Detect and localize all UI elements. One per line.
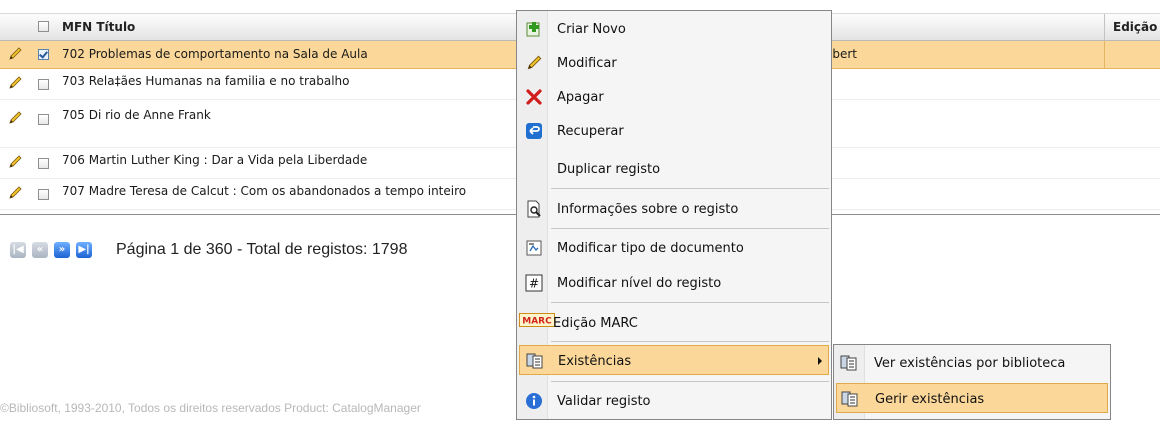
menu-item-label: Criar Novo [557, 22, 626, 37]
submenu-existencias: Ver existências por biblioteca Gerir exi… [833, 344, 1111, 420]
holdings-icon [526, 352, 544, 370]
first-page-icon[interactable]: |◀ [10, 242, 26, 258]
submenu-item-gerir-existencias[interactable]: Gerir existências [836, 383, 1108, 413]
menu-item-existencias[interactable]: Existências [519, 345, 829, 375]
menu-item-recuperar[interactable]: Recuperar [519, 116, 829, 146]
menu-item-apagar[interactable]: Apagar [519, 82, 829, 112]
context-menu: Criar Novo Modificar Apagar Recuperar Du… [516, 10, 832, 420]
column-header-edition[interactable]: Edição [1113, 20, 1157, 34]
menu-item-label: Edição MARC [553, 316, 638, 331]
pencil-icon[interactable] [7, 154, 23, 173]
holdings-icon [841, 390, 859, 408]
menu-item-duplicar-registo[interactable]: Duplicar registo [519, 154, 829, 184]
submenu-arrow-icon [818, 357, 822, 365]
menu-item-label: Modificar [557, 56, 617, 71]
copyright-footer: ©Bibliosoft, 1993-2010, Todos os direito… [0, 401, 421, 415]
menu-item-validar-registo[interactable]: Validar registo [519, 386, 829, 416]
pencil-icon[interactable] [7, 185, 23, 204]
marc-badge-text: MARC [522, 317, 552, 327]
menu-item-modificar-tipo[interactable]: Modificar tipo de documento [519, 233, 829, 263]
last-page-icon[interactable]: ▶| [76, 242, 92, 258]
menu-item-label: Duplicar registo [557, 162, 661, 177]
menu-item-label: Modificar nível do registo [557, 276, 722, 291]
row-title: 707 Madre Teresa de Calcut : Com os aban… [62, 184, 467, 198]
pencil-icon[interactable] [7, 46, 23, 65]
holdings-icon [840, 354, 858, 372]
row-checkbox[interactable] [38, 189, 49, 200]
pager-status-text: Página 1 de 360 - Total de registos: 179… [116, 241, 408, 258]
menu-item-criar-novo[interactable]: Criar Novo [519, 14, 829, 44]
menu-item-modificar-nivel[interactable]: # Modificar nível do registo [519, 268, 829, 298]
marc-icon: MARC [519, 313, 555, 331]
menu-item-label: Validar registo [557, 394, 651, 409]
submenu-item-ver-existencias[interactable]: Ver existências por biblioteca [836, 348, 1108, 378]
column-divider [1104, 41, 1105, 68]
document-magnifier-icon [525, 200, 543, 218]
menu-separator [551, 188, 829, 189]
menu-item-label: Modificar tipo de documento [557, 241, 744, 256]
menu-item-edicao-marc[interactable]: MARC Edição MARC [519, 308, 829, 338]
next-page-icon[interactable]: » [54, 242, 70, 258]
row-checkbox[interactable] [38, 79, 49, 90]
row-checkbox[interactable] [38, 114, 49, 125]
pencil-icon[interactable] [7, 75, 23, 94]
add-record-icon [525, 20, 543, 38]
column-header-title[interactable]: MFN Título [62, 20, 135, 34]
hash-glyph: # [529, 277, 539, 291]
menu-item-label: Apagar [557, 90, 604, 105]
row-title: 705 Di rio de Anne Frank [62, 108, 211, 122]
menu-item-informacoes[interactable]: Informações sobre o registo [519, 194, 829, 224]
submenu-item-label: Gerir existências [875, 392, 985, 407]
column-divider [1104, 14, 1105, 40]
menu-item-label: Existências [558, 354, 632, 369]
menu-item-label: Recuperar [557, 124, 624, 139]
row-checkbox[interactable] [38, 158, 49, 169]
menu-item-modificar[interactable]: Modificar [519, 48, 829, 78]
row-checkbox[interactable] [38, 49, 49, 60]
submenu-item-label: Ver existências por biblioteca [874, 356, 1066, 371]
menu-item-label: Informações sobre o registo [557, 202, 739, 217]
select-all-checkbox[interactable] [38, 21, 49, 32]
delete-x-icon [525, 88, 543, 106]
menu-separator [551, 228, 829, 229]
row-title: 702 Problemas de comportamento na Sala d… [62, 47, 368, 61]
menu-separator [551, 302, 829, 303]
menu-separator [551, 381, 829, 382]
info-icon [525, 392, 543, 410]
menu-separator [551, 341, 829, 342]
pencil-icon[interactable] [7, 110, 23, 129]
row-title: 703 Rela‡ães Humanas na familia e no tra… [62, 74, 350, 88]
recover-icon [525, 122, 543, 140]
hash-level-icon: # [525, 274, 543, 292]
row-title: 706 Martin Luther King : Dar a Vida pela… [62, 153, 368, 167]
pencil-icon [525, 54, 543, 72]
previous-page-icon[interactable]: « [32, 242, 48, 258]
document-type-icon [525, 239, 543, 257]
